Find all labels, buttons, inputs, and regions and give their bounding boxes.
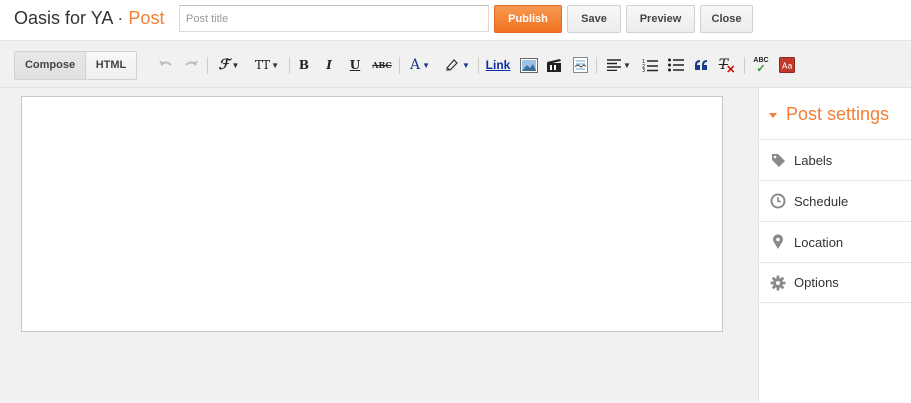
align-icon[interactable]: ▼ — [604, 56, 634, 74]
font-family-icon[interactable]: ℱ ▼ — [214, 56, 244, 74]
post-settings-title: Post settings — [786, 104, 890, 124]
chevron-down-icon: ▼ — [462, 60, 470, 70]
strikethrough-icon[interactable]: ABC — [371, 56, 393, 74]
sidebar-item-label: Location — [794, 234, 844, 250]
compose-mode-button[interactable]: Compose — [15, 52, 86, 79]
post-settings-sidebar: Post settings Labels Schedule Location O… — [758, 88, 911, 403]
toolbar-divider — [399, 57, 400, 74]
post-settings-toggle[interactable]: Post settings — [769, 104, 889, 125]
caret-down-icon — [769, 113, 777, 118]
font-size-glyph: TT — [254, 58, 270, 72]
preview-button[interactable]: Preview — [626, 5, 695, 33]
save-button[interactable]: Save — [567, 5, 621, 33]
editor-area — [0, 88, 758, 403]
chevron-down-icon: ▼ — [422, 60, 431, 70]
underline-icon[interactable]: U — [347, 56, 363, 74]
text-color-icon[interactable]: A ▼ — [406, 56, 434, 74]
top-bar: Oasis for YA · Post Publish Save Preview… — [0, 0, 911, 40]
undo-icon[interactable] — [157, 56, 175, 74]
spellcheck-icon[interactable]: ABC ✓ — [751, 56, 771, 75]
mode-switch: Compose HTML — [14, 51, 137, 80]
quote-icon[interactable] — [692, 56, 710, 74]
redo-icon[interactable] — [182, 56, 200, 74]
bulleted-list-icon[interactable] — [667, 56, 685, 74]
sidebar-item-label: Options — [794, 275, 839, 290]
highlight-icon[interactable]: ▼ — [442, 56, 472, 74]
x-mark-icon: ✕ — [726, 63, 736, 76]
text-color-glyph: A — [409, 57, 421, 73]
italic-icon[interactable]: I — [321, 56, 337, 74]
tag-icon — [770, 152, 786, 168]
remove-formatting-icon[interactable]: T ✕ — [717, 56, 737, 76]
sidebar-item-labels[interactable]: Labels — [759, 139, 911, 180]
numbered-list-icon[interactable]: 123 — [641, 56, 659, 74]
editor-toolbar: Compose HTML ℱ ▼ TT ▼ B I U ABC A ▼ ▼ Link … — [0, 40, 911, 88]
insert-image-icon[interactable] — [519, 56, 539, 74]
font-size-icon[interactable]: TT ▼ — [251, 56, 283, 74]
clock-icon — [770, 193, 786, 209]
toolbar-divider — [596, 57, 597, 74]
insert-video-icon[interactable] — [545, 56, 563, 74]
insert-jump-break-icon[interactable] — [571, 56, 589, 74]
page-label: Post — [128, 8, 165, 28]
toolbar-divider — [478, 57, 479, 74]
chevron-down-icon: ▼ — [271, 60, 280, 70]
title-separator: · — [117, 8, 124, 28]
link-button[interactable]: Link — [484, 56, 512, 74]
chevron-down-icon: ▼ — [231, 60, 240, 70]
check-icon: ✓ — [756, 63, 766, 75]
sidebar-item-location[interactable]: Location — [759, 221, 911, 262]
input-tools-icon[interactable]: Aa — [778, 56, 796, 74]
toolbar-divider — [289, 57, 290, 74]
page-title: Oasis for YA · Post — [14, 8, 164, 29]
sidebar-item-schedule[interactable]: Schedule — [759, 180, 911, 221]
chevron-down-icon: ▼ — [623, 60, 631, 70]
blog-name: Oasis for YA — [14, 8, 113, 28]
post-body-editor[interactable] — [21, 96, 723, 332]
publish-button[interactable]: Publish — [494, 5, 562, 33]
toolbar-divider — [207, 57, 208, 74]
toolbar-divider — [744, 57, 745, 74]
gear-icon — [770, 275, 786, 291]
post-title-input[interactable] — [179, 5, 489, 32]
svg-text:Aa: Aa — [782, 62, 792, 71]
map-pin-icon — [770, 234, 786, 250]
svg-text:3: 3 — [642, 68, 645, 72]
html-mode-button[interactable]: HTML — [86, 52, 136, 79]
close-button[interactable]: Close — [700, 5, 753, 33]
font-family-glyph: ℱ — [218, 57, 230, 73]
sidebar-item-label: Labels — [794, 152, 833, 168]
bold-icon[interactable]: B — [296, 56, 312, 74]
sidebar-item-label: Schedule — [794, 193, 849, 209]
sidebar-item-options[interactable]: Options — [759, 262, 911, 303]
